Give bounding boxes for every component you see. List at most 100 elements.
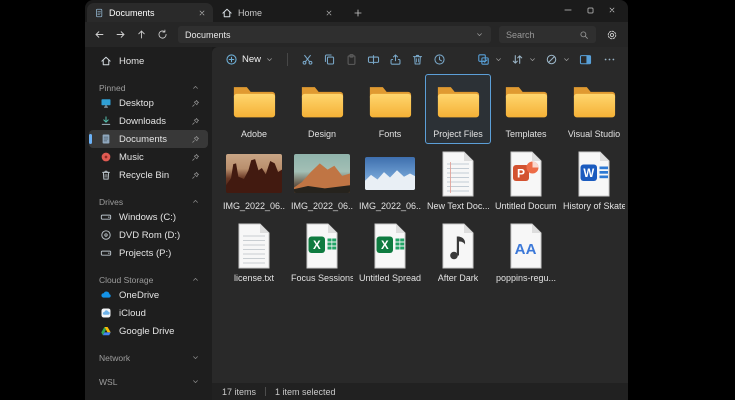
refresh-button[interactable]	[153, 25, 172, 44]
paste-button[interactable]	[341, 49, 361, 69]
copy-button[interactable]	[319, 49, 339, 69]
sidebar-item-label: OneDrive	[119, 290, 200, 301]
file-tile-focus-sessions[interactable]: X Focus Sessions	[289, 218, 355, 288]
file-tile-new-text-doc[interactable]: New Text Doc...	[425, 146, 491, 216]
file-tile-visual-studio[interactable]: Visual Studio	[561, 74, 627, 144]
sidebar-item-desktop[interactable]: Desktop	[89, 94, 208, 112]
section-label: Network	[99, 353, 130, 363]
svg-text:A: A	[515, 241, 526, 258]
minimize-button[interactable]	[557, 0, 579, 20]
file-tile-img-2022-06[interactable]: IMG_2022_06...	[357, 146, 423, 216]
new-button-label: New	[242, 54, 261, 65]
sidebar-item-recycle-bin[interactable]: Recycle Bin	[89, 166, 208, 184]
new-button[interactable]: New	[221, 49, 278, 69]
chevron-up-icon[interactable]	[191, 83, 200, 92]
text-plain-file-icon	[222, 219, 286, 272]
file-name: Focus Sessions	[291, 272, 353, 284]
tab-home[interactable]: Home	[214, 3, 340, 22]
word-file-icon: W	[562, 147, 626, 200]
sidebar-item-home[interactable]: Home	[89, 52, 208, 70]
sidebar-section-pinned[interactable]: Pinned	[85, 81, 212, 94]
chevron-down-icon	[494, 55, 503, 64]
audio-file-icon	[426, 219, 490, 272]
file-tile-untitled-docum[interactable]: P Untitled Docum...	[493, 146, 559, 216]
chevron-down-icon	[265, 55, 274, 64]
file-name: IMG_2022_06...	[223, 200, 285, 212]
section-label: Pinned	[99, 83, 125, 93]
file-tile-license-txt[interactable]: license.txt	[221, 218, 287, 288]
sidebar-item-icloud[interactable]: iCloud	[89, 304, 208, 322]
file-tile-img-2022-06[interactable]: IMG_2022_06...	[221, 146, 287, 216]
window-controls	[557, 0, 628, 20]
sidebar-item-downloads[interactable]: Downloads	[89, 112, 208, 130]
sidebar-item-music[interactable]: Music	[89, 148, 208, 166]
settings-button[interactable]	[602, 25, 621, 44]
sidebar-section-drives[interactable]: Drives	[85, 195, 212, 208]
sidebar-item-label: Home	[119, 56, 200, 67]
sidebar-item-projects-p[interactable]: Projects (P:)	[89, 244, 208, 262]
file-name: After Dark	[438, 272, 479, 284]
sidebar-item-dvd-d[interactable]: DVD Rom (D:)	[89, 226, 208, 244]
new-tab-button[interactable]	[349, 4, 366, 21]
sidebar-item-label: Documents	[119, 134, 184, 145]
file-tile-project-files[interactable]: Project Files	[425, 74, 491, 144]
tab-close-button[interactable]	[322, 6, 335, 19]
excel-file-icon: X	[358, 219, 422, 272]
select-button[interactable]	[473, 49, 503, 69]
chevron-up-icon[interactable]	[191, 275, 200, 284]
file-tile-img-2022-06[interactable]: IMG_2022_06...	[289, 146, 355, 216]
delete-button[interactable]	[407, 49, 427, 69]
image-thumbnail	[358, 147, 422, 200]
maximize-button[interactable]	[579, 0, 601, 20]
details-pane-button[interactable]	[575, 49, 595, 69]
sidebar-item-label: Windows (C:)	[119, 212, 200, 223]
back-button[interactable]	[90, 25, 109, 44]
sidebar-section-wsl[interactable]: WSL	[85, 375, 212, 388]
more-icon	[599, 49, 619, 69]
paste-icon	[345, 53, 358, 66]
file-tile-design[interactable]: Design	[289, 74, 355, 144]
status-divider	[265, 387, 266, 396]
item-count: 17 items	[222, 387, 256, 397]
rename-button[interactable]	[363, 49, 383, 69]
chevron-down-icon[interactable]	[191, 377, 200, 386]
share-button[interactable]	[385, 49, 405, 69]
search-placeholder: Search	[506, 30, 535, 40]
file-name: Design	[308, 128, 336, 140]
tab-strip: Documents Home	[87, 3, 340, 22]
sort-button[interactable]	[507, 49, 537, 69]
file-name: History of Skate...	[563, 200, 625, 212]
address-bar[interactable]: Documents	[178, 26, 491, 43]
file-tile-untitled-spreads[interactable]: X Untitled Spreads...	[357, 218, 423, 288]
sidebar-item-onedrive[interactable]: OneDrive	[89, 286, 208, 304]
sidebar-section-cloud-storage[interactable]: Cloud Storage	[85, 273, 212, 286]
tab-close-button[interactable]	[195, 6, 208, 19]
file-tile-after-dark[interactable]: After Dark	[425, 218, 491, 288]
pin-icon	[191, 117, 200, 126]
file-tile-adobe[interactable]: Adobe	[221, 74, 287, 144]
chevron-down-icon[interactable]	[475, 30, 484, 39]
up-button[interactable]	[132, 25, 151, 44]
tab-label: Documents	[109, 8, 190, 18]
view-button[interactable]	[541, 49, 571, 69]
forward-button[interactable]	[111, 25, 130, 44]
tab-documents[interactable]: Documents	[87, 3, 213, 22]
chevron-down-icon[interactable]	[191, 353, 200, 362]
more-button[interactable]	[599, 49, 619, 69]
sidebar-section-network[interactable]: Network	[85, 351, 212, 364]
main-area: Home Pinned Desktop Downloads Documents M…	[85, 47, 628, 400]
file-tile-history-of-skate[interactable]: W History of Skate...	[561, 146, 627, 216]
sidebar-item-documents[interactable]: Documents	[89, 130, 208, 148]
share-icon	[389, 53, 402, 66]
document-icon	[99, 133, 112, 146]
file-tile-poppins-regu[interactable]: AA poppins-regu...	[493, 218, 559, 288]
file-tile-templates[interactable]: Templates	[493, 74, 559, 144]
search-input[interactable]: Search	[499, 26, 596, 43]
history-button[interactable]	[429, 49, 449, 69]
file-tile-fonts[interactable]: Fonts	[357, 74, 423, 144]
chevron-up-icon[interactable]	[191, 197, 200, 206]
sidebar-item-windows-c[interactable]: Windows (C:)	[89, 208, 208, 226]
cut-button[interactable]	[297, 49, 317, 69]
close-button[interactable]	[601, 0, 623, 20]
sidebar-item-google-drive[interactable]: Google Drive	[89, 322, 208, 340]
